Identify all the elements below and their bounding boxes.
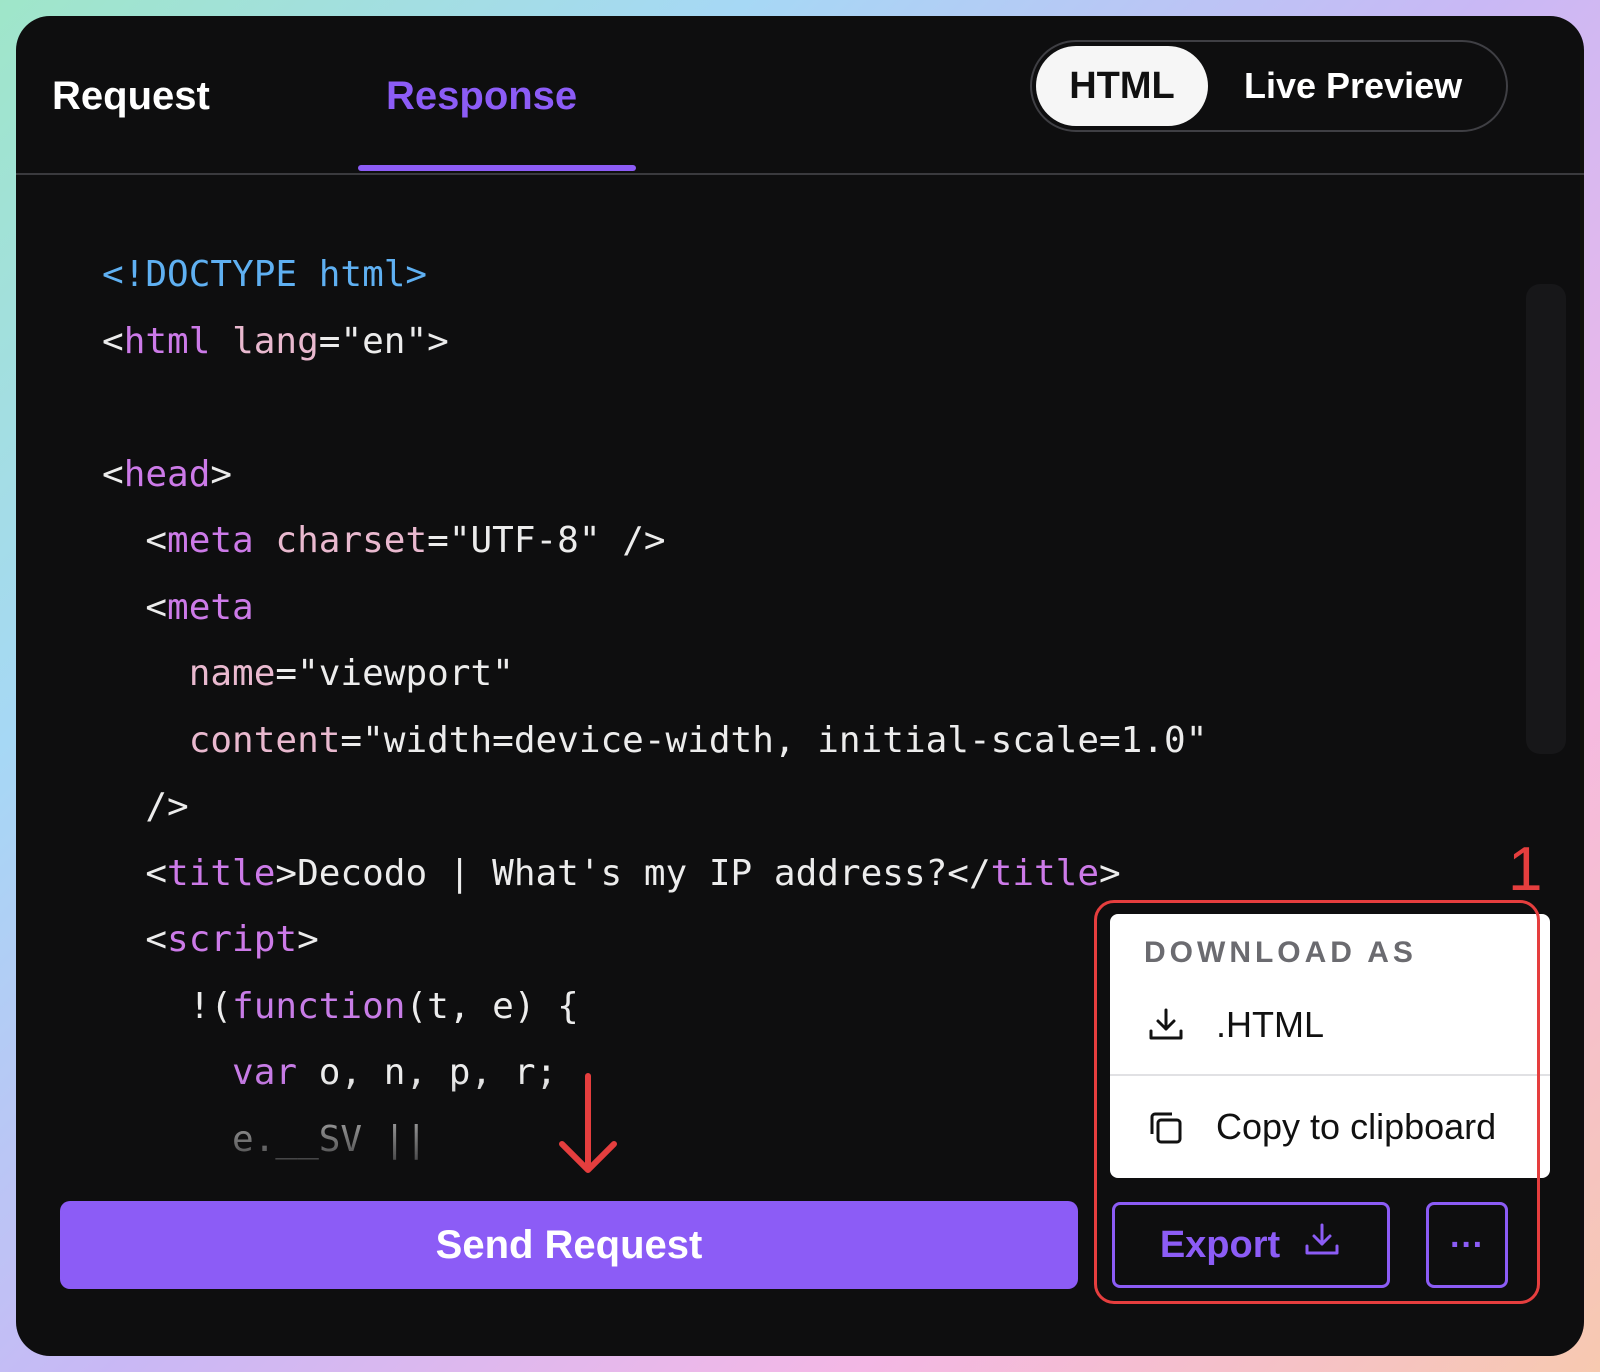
arrow-down-icon [556, 1072, 620, 1181]
code-line: <!DOCTYPE html> [102, 254, 428, 295]
export-button[interactable]: Export [1112, 1202, 1390, 1288]
copy-to-clipboard-option[interactable]: Copy to clipboard [1110, 1082, 1550, 1172]
download-html-option[interactable]: .HTML [1110, 980, 1550, 1070]
code-line: <title>Decodo | What's my IP address?</t… [102, 852, 1121, 894]
download-html-label: .HTML [1216, 1004, 1324, 1045]
view-toggle: HTML Live Preview [1030, 40, 1508, 132]
code-line: /> [102, 786, 189, 827]
tab-response[interactable]: Response [386, 74, 577, 119]
toggle-live-preview-button[interactable]: Live Preview [1244, 42, 1462, 130]
export-label: Export [1159, 1223, 1281, 1266]
dropdown-header: DOWNLOAD AS [1144, 936, 1417, 969]
annotation-step-number: 1 [1508, 835, 1543, 904]
active-tab-indicator [358, 165, 636, 171]
code-line: content="width=device-width, initial-sca… [188, 719, 1208, 761]
tab-request[interactable]: Request [52, 74, 210, 119]
code-line: <head> [102, 453, 233, 495]
copy-icon [1142, 1103, 1190, 1151]
code-line: <meta [102, 586, 254, 628]
code-scrollbar[interactable] [1526, 284, 1566, 754]
ellipsis-icon: ··· [1450, 1225, 1484, 1264]
toggle-html-button[interactable]: HTML [1036, 46, 1208, 126]
copy-to-clipboard-label: Copy to clipboard [1216, 1106, 1497, 1147]
code-line: <meta charset="UTF-8" /> [102, 520, 666, 561]
download-icon [1302, 1220, 1342, 1270]
more-options-button[interactable]: ··· [1426, 1202, 1508, 1288]
code-line: name="viewport" [188, 653, 514, 694]
download-icon [1142, 1001, 1190, 1049]
api-panel: Request Response HTML Live Preview <!DOC… [16, 16, 1584, 1356]
export-dropdown: DOWNLOAD AS .HTML Copy to clipboard [1110, 914, 1550, 1178]
tab-bar: Request Response HTML Live Preview [16, 16, 1584, 175]
send-request-button[interactable]: Send Request [60, 1201, 1078, 1289]
code-line: <html lang="en"> [102, 320, 449, 362]
dropdown-divider [1110, 1074, 1550, 1076]
